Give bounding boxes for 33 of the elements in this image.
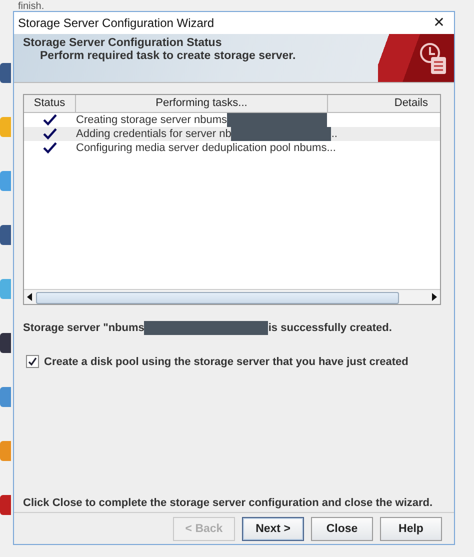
checkbox[interactable]	[26, 355, 39, 368]
instruction-text: Click Close to complete the storage server configuration and close the wizard.	[23, 497, 434, 511]
dialog-button[interactable]: Close	[311, 516, 373, 540]
window-title: Storage Server Configuration Wizard	[18, 16, 214, 30]
app-icon[interactable]	[0, 171, 11, 191]
table-row[interactable]: Creating storage server nbums	[24, 113, 440, 127]
app-icon[interactable]	[0, 441, 11, 461]
close-button[interactable]: ✕	[424, 12, 454, 34]
app-icon[interactable]	[0, 495, 11, 515]
app-icon[interactable]	[0, 279, 11, 299]
table-row[interactable]: Configuring media server deduplication pool nbums...	[24, 141, 440, 155]
app-icon[interactable]	[0, 387, 11, 407]
app-icon[interactable]	[0, 333, 11, 353]
app-icon[interactable]	[0, 225, 11, 245]
table-cell: Creating storage server nbums	[76, 114, 228, 126]
table-row[interactable]: Adding credentials for server nb ..	[24, 127, 440, 141]
column-header[interactable]: Details	[328, 95, 440, 112]
table-cell: ..	[331, 128, 338, 140]
column-header[interactable]: Performing tasks...	[76, 95, 328, 112]
app-icon[interactable]	[0, 117, 11, 137]
dialog-button[interactable]: Help	[380, 516, 442, 540]
status-message: Storage server "nbums is successfully created.	[23, 321, 393, 335]
checkbox-label[interactable]: Create a disk pool using the storage server that you have just created	[44, 356, 408, 368]
app-icon[interactable]	[0, 63, 11, 83]
background-text: finish.	[18, 1, 44, 12]
dialog-button[interactable]: Next >	[242, 516, 304, 540]
table-cell: Configuring media server deduplication pool nbums...	[76, 142, 336, 154]
banner-title: Storage Server Configuration Status	[23, 37, 223, 49]
column-header[interactable]: Status	[24, 95, 76, 112]
clock-scroll-icon	[418, 41, 448, 75]
banner-subtitle: Perform required task to create storage server.	[39, 50, 297, 62]
horizontal-scrollbar[interactable]	[24, 289, 440, 304]
table-cell: Adding credentials for server nb	[76, 128, 232, 140]
